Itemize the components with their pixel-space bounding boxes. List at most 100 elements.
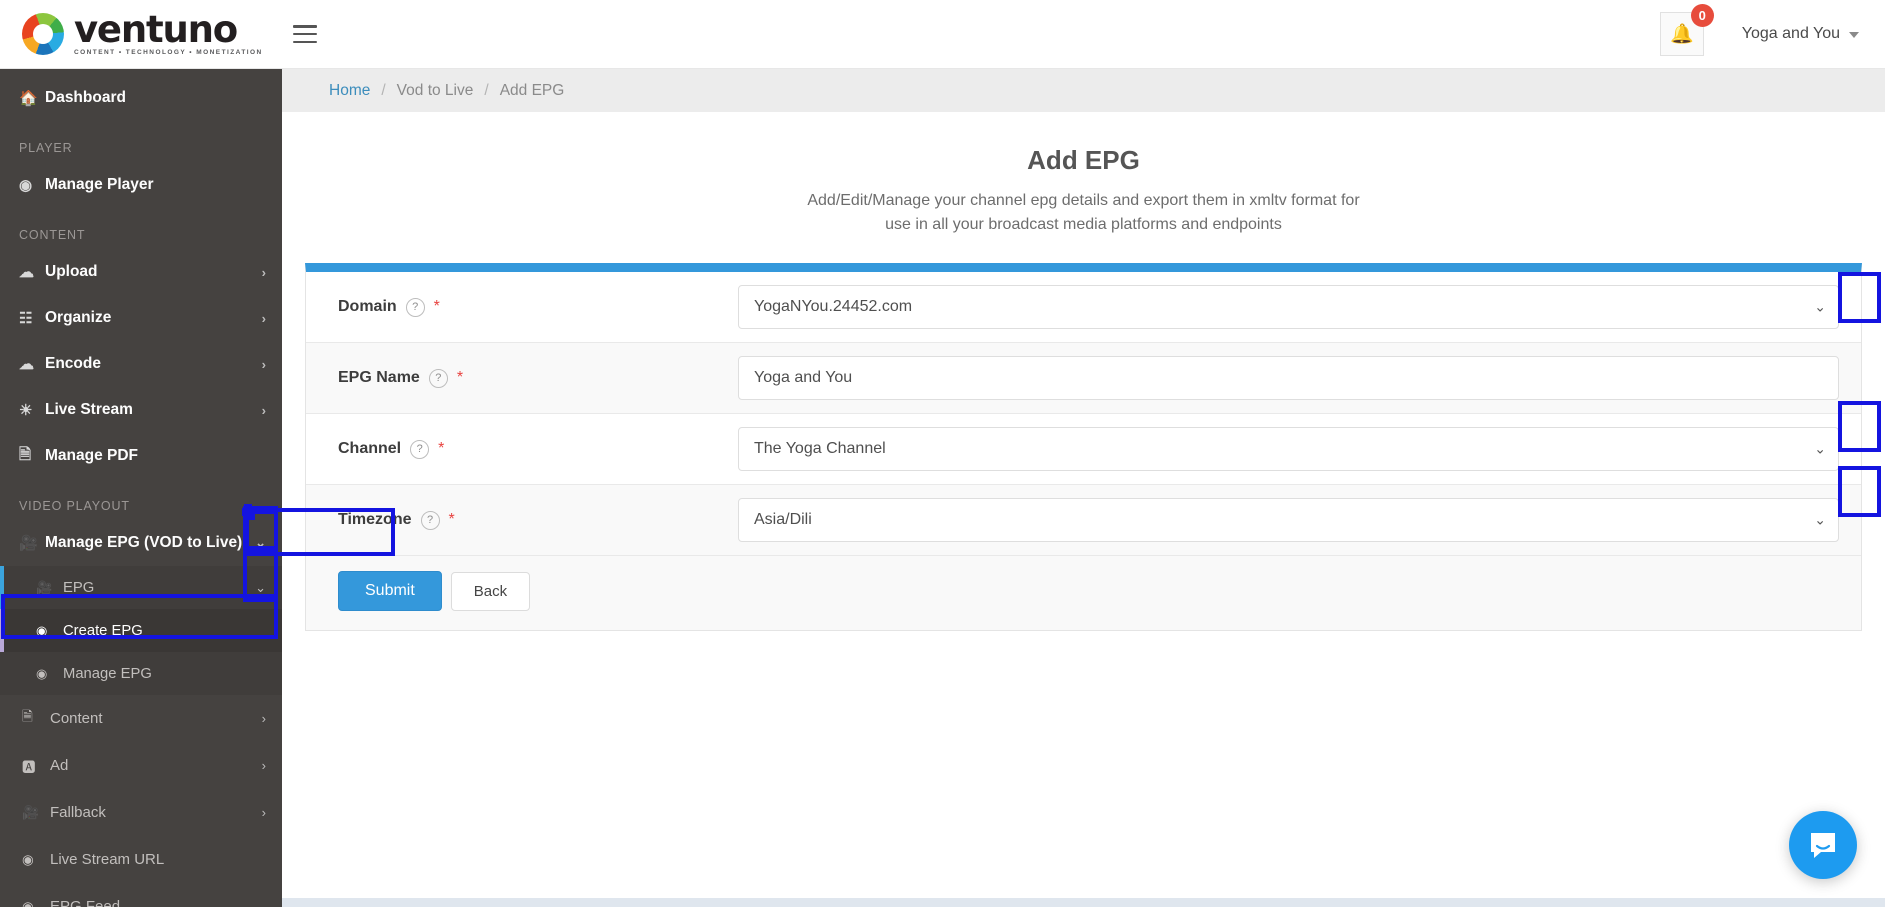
brand-tagline: CONTENT • TECHNOLOGY • MONETIZATION	[74, 49, 263, 57]
sidebar-item-label: EPG Feed	[50, 898, 121, 907]
sidebar-item-manage-player[interactable]: ◉ Manage Player	[0, 162, 282, 208]
form-row-domain: Domain ? * YogaNYou.24452.com ⌄	[306, 272, 1861, 344]
chat-widget-button[interactable]	[1789, 811, 1857, 879]
page-title: Add EPG	[1027, 145, 1140, 175]
sidebar-section-content: CONTENT	[19, 228, 86, 242]
epg-name-field-label: EPG Name	[338, 369, 420, 387]
form-row-channel: Channel ? * The Yoga Channel ⌄	[306, 414, 1861, 486]
epg-name-input[interactable]: Yoga and You	[738, 356, 1839, 401]
notification-count-badge: 0	[1690, 4, 1714, 27]
sidebar-item-epg-group[interactable]: 🎥 EPG ⌄	[0, 566, 282, 609]
help-icon[interactable]: ?	[420, 510, 440, 530]
sidebar-item-manage-pdf[interactable]: 🗎 Manage PDF	[0, 433, 282, 479]
chevron-down-icon[interactable]: ⌄	[255, 580, 266, 596]
chat-bubble-icon	[1811, 833, 1835, 858]
page-header: Add EPG Add/Edit/Manage your channel epg…	[282, 112, 1885, 236]
file-pdf-icon: 🗎	[19, 445, 32, 463]
sidebar-item-content[interactable]: 🗎 Content ›	[0, 695, 282, 742]
back-button[interactable]: Back	[450, 571, 531, 611]
chevron-right-icon: ›	[261, 711, 266, 726]
sidebar-item-label: Create EPG	[63, 622, 143, 639]
video-camera-icon: 🎥	[36, 579, 53, 595]
sidebar-item-organize[interactable]: ☷ Organize ›	[0, 295, 282, 341]
sidebar-item-epg-feed[interactable]: ◉ EPG Feed	[0, 883, 282, 907]
required-marker: *	[433, 298, 440, 316]
sidebar-section-video-playout: VIDEO PLAYOUT	[19, 499, 130, 513]
sidebar-item-encode[interactable]: ☁ Encode ›	[0, 341, 282, 387]
sidebar-item-label: Manage EPG	[63, 665, 152, 682]
add-epg-form-card: Domain ? * YogaNYou.24452.com ⌄ EPG Name…	[305, 263, 1862, 632]
video-camera-icon: 🎥	[19, 535, 38, 552]
dot-circle-icon: ◉	[36, 622, 48, 638]
breadcrumb-vod-to-live[interactable]: Vod to Live	[397, 82, 474, 100]
required-marker: *	[448, 511, 455, 529]
dot-circle-icon: ◉	[22, 851, 34, 867]
sidebar-item-label: Manage PDF	[45, 447, 139, 464]
sidebar-item-label: Ad	[50, 757, 69, 774]
chevron-right-icon: ›	[261, 402, 266, 418]
chevron-down-icon	[1849, 32, 1859, 38]
timezone-select[interactable]: Asia/Dili	[738, 498, 1839, 543]
user-account-menu[interactable]: Yoga and You	[1742, 25, 1859, 43]
help-icon[interactable]: ?	[405, 297, 425, 317]
form-row-timezone: Timezone ? * Asia/Dili ⌄	[306, 485, 1861, 557]
home-icon: 🏠	[19, 90, 38, 107]
main-content-area: Home / Vod to Live / Add EPG Add EPG Add…	[282, 69, 1885, 907]
page-subtitle: Add/Edit/Manage your channel epg details…	[282, 189, 1885, 236]
sidebar-item-label: Upload	[45, 263, 98, 280]
breadcrumb-separator: /	[484, 81, 489, 99]
sidebar-item-manage-epg[interactable]: ◉ Manage EPG	[0, 652, 282, 695]
sidebar-item-create-epg[interactable]: ◉ Create EPG	[0, 609, 282, 652]
sidebar-item-live-stream[interactable]: ☀ Live Stream ›	[0, 387, 282, 433]
channel-select[interactable]: The Yoga Channel	[738, 427, 1839, 472]
form-row-epg-name: EPG Name ? * Yoga and You	[306, 343, 1861, 415]
submit-button[interactable]: Submit	[338, 571, 442, 612]
breadcrumb-separator: /	[381, 81, 386, 99]
sidebar-item-ad[interactable]: 🅰 Ad ›	[0, 742, 282, 789]
sidebar-item-fallback[interactable]: 🎥 Fallback ›	[0, 789, 282, 836]
chevron-down-icon[interactable]: ⌄	[255, 535, 266, 551]
sidebar-item-live-stream-url[interactable]: ◉ Live Stream URL	[0, 836, 282, 883]
cloud-upload-icon: ☁	[19, 356, 34, 373]
dot-circle-icon: ◉	[36, 665, 48, 681]
notifications-button[interactable]: 🔔 0	[1659, 4, 1714, 56]
bottom-scrollbar-strip[interactable]	[0, 898, 1885, 907]
ventuno-play-logo-icon	[22, 12, 64, 55]
form-action-bar: Submit Back	[306, 556, 1861, 631]
video-camera-icon: 🎥	[22, 804, 39, 820]
chevron-right-icon: ›	[261, 310, 266, 326]
chevron-right-icon: ›	[261, 805, 266, 820]
help-icon[interactable]: ?	[410, 439, 430, 459]
chevron-right-icon: ›	[261, 758, 266, 773]
sidebar-item-label: Content	[50, 710, 103, 727]
help-icon[interactable]: ?	[428, 368, 448, 388]
domain-select[interactable]: YogaNYou.24452.com	[738, 285, 1839, 330]
sidebar-item-label: Organize	[45, 309, 112, 326]
sitemap-icon: ☷	[19, 310, 33, 327]
globe-icon: ☀	[19, 402, 33, 419]
sidebar-item-label: Manage Player	[45, 176, 154, 193]
timezone-selected-value: Asia/Dili	[754, 511, 812, 529]
cloud-upload-icon: ☁	[19, 264, 34, 281]
channel-field-label: Channel	[338, 440, 402, 458]
sidebar-navigation: 🏠 Dashboard PLAYER ◉ Manage Player CONTE…	[0, 69, 282, 907]
sidebar-section-player: PLAYER	[19, 141, 73, 155]
domain-field-label: Domain	[338, 298, 397, 316]
sidebar-item-manage-epg-vod-to-live[interactable]: 🎥 Manage EPG (VOD to Live) ⌄	[0, 520, 282, 566]
page-subtitle-line-1: Add/Edit/Manage your channel epg details…	[807, 192, 1360, 209]
brand-wordmark: ventuno	[74, 7, 238, 51]
brand-logo[interactable]: ventuno CONTENT • TECHNOLOGY • MONETIZAT…	[22, 7, 263, 57]
hamburger-icon[interactable]	[292, 25, 317, 43]
channel-selected-value: The Yoga Channel	[754, 440, 886, 458]
sidebar-item-label: Encode	[45, 355, 101, 372]
sidebar-item-label: Manage EPG (VOD to Live)	[45, 534, 243, 551]
sidebar-item-dashboard[interactable]: 🏠 Dashboard	[0, 75, 282, 121]
file-video-icon: 🗎	[22, 709, 33, 724]
breadcrumb-home-link[interactable]: Home	[329, 82, 370, 100]
sidebar-item-upload[interactable]: ☁ Upload ›	[0, 249, 282, 295]
chevron-right-icon: ›	[261, 264, 266, 280]
sidebar-item-label: Live Stream	[45, 401, 133, 418]
user-name-label: Yoga and You	[1741, 25, 1840, 42]
epg-name-value: Yoga and You	[754, 369, 853, 387]
required-marker: *	[456, 369, 464, 387]
